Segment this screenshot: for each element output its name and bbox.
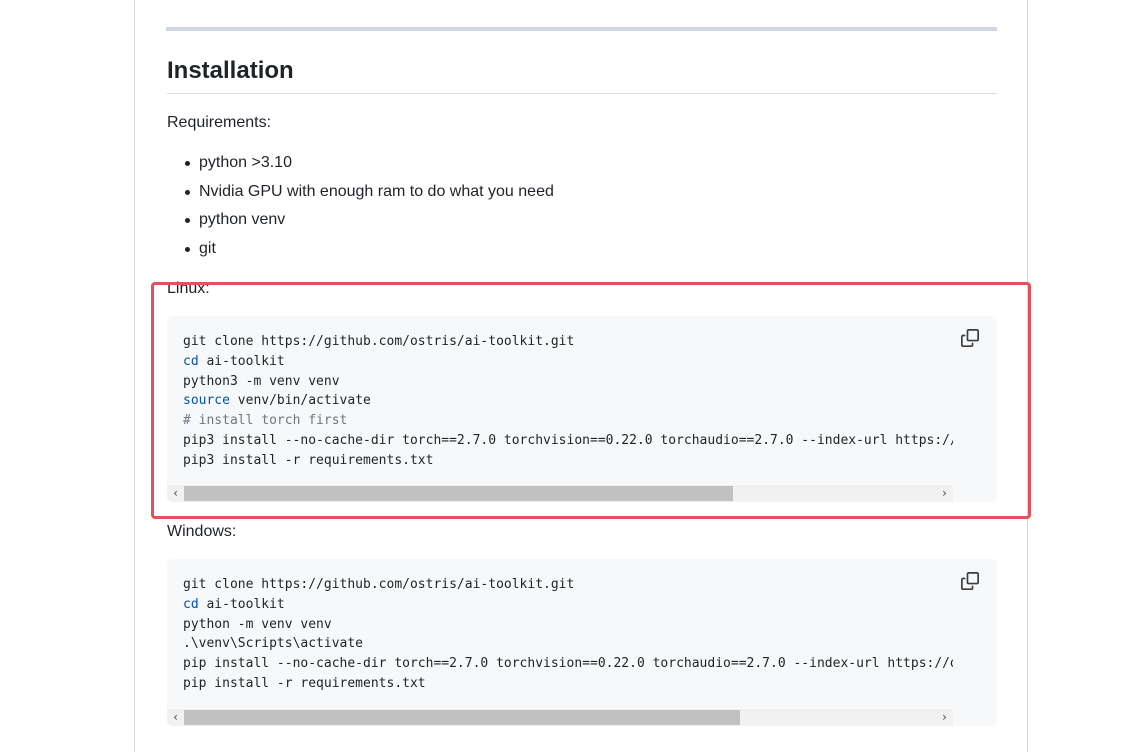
scrollbar-thumb[interactable] xyxy=(184,710,740,725)
windows-label: Windows: xyxy=(167,523,237,540)
bullet-icon xyxy=(185,218,190,224)
code-line: source venv/bin/activate xyxy=(183,393,371,409)
scroll-right-icon[interactable]: › xyxy=(936,485,953,502)
code-line: python3 -m venv venv xyxy=(183,373,340,389)
list-item: python >3.10 xyxy=(167,151,554,180)
copy-button[interactable] xyxy=(961,329,981,349)
code-line: pip install -r requirements.txt xyxy=(183,675,426,691)
copy-icon xyxy=(961,572,979,590)
requirements-list: python >3.10 Nvidia GPU with enough ram … xyxy=(167,151,554,266)
section-divider xyxy=(166,27,997,31)
code-line: cd ai-toolkit xyxy=(183,353,285,369)
scroll-left-icon[interactable]: ‹ xyxy=(167,485,184,502)
bullet-icon xyxy=(185,247,190,253)
list-item: python venv xyxy=(167,208,554,237)
code-line: cd ai-toolkit xyxy=(183,596,285,612)
code-line: .\venv\Scripts\activate xyxy=(183,636,364,652)
installation-heading: Installation xyxy=(167,57,294,84)
linux-horizontal-scrollbar[interactable]: ‹ › xyxy=(167,485,953,502)
copy-icon xyxy=(961,329,979,347)
scroll-right-icon[interactable]: › xyxy=(936,709,953,726)
code-keyword: source xyxy=(183,393,230,409)
code-line: git clone https://github.com/ostris/ai-t… xyxy=(183,577,575,592)
page: Installation Requirements: python >3.10 … xyxy=(0,0,1127,752)
scrollbar-thumb[interactable] xyxy=(184,486,733,501)
windows-horizontal-scrollbar[interactable]: ‹ › xyxy=(167,709,953,726)
requirements-label: Requirements: xyxy=(167,114,272,131)
code-keyword: cd xyxy=(183,353,199,369)
code-line: pip3 install --no-cache-dir torch==2.7.0… xyxy=(183,432,953,448)
heading-underline xyxy=(167,93,997,94)
copy-button[interactable] xyxy=(961,572,981,592)
linux-label: Linux: xyxy=(167,280,210,297)
linux-code-block[interactable]: git clone https://github.com/ostris/ai-t… xyxy=(167,316,997,502)
code-line: pip install --no-cache-dir torch==2.7.0 … xyxy=(183,656,953,672)
list-item: Nvidia GPU with enough ram to do what yo… xyxy=(167,180,554,209)
linux-code[interactable]: git clone https://github.com/ostris/ai-t… xyxy=(183,332,953,471)
code-line: git clone https://github.com/ostris/ai-t… xyxy=(183,334,575,349)
bullet-icon xyxy=(185,189,190,195)
code-line: python -m venv venv xyxy=(183,616,332,632)
scroll-left-icon[interactable]: ‹ xyxy=(167,709,184,726)
code-keyword: cd xyxy=(183,596,199,612)
code-comment: # install torch first xyxy=(183,413,348,429)
windows-code-block[interactable]: git clone https://github.com/ostris/ai-t… xyxy=(167,559,997,726)
code-line: pip3 install -r requirements.txt xyxy=(183,452,434,468)
bullet-icon xyxy=(185,161,190,166)
windows-code[interactable]: git clone https://github.com/ostris/ai-t… xyxy=(183,575,953,694)
list-item: git xyxy=(167,237,554,266)
